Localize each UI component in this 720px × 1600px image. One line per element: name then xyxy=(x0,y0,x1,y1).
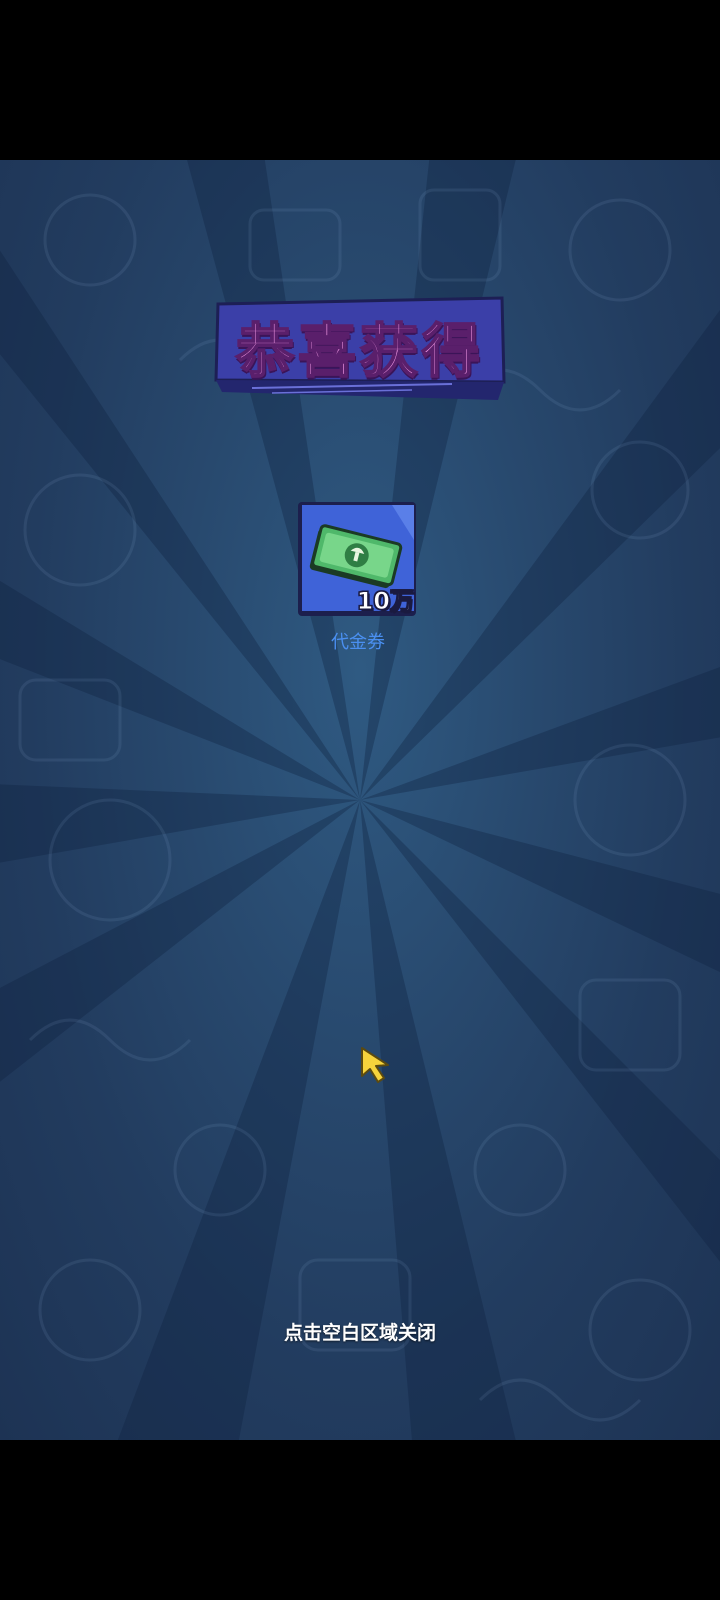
screen: 恭喜获得 10万 代金券 点击空白区域关闭 xyxy=(0,0,720,1600)
reward-item-card[interactable]: 10万 xyxy=(296,500,420,620)
pointer-cursor-icon xyxy=(358,1046,398,1086)
navigation-bar-area xyxy=(0,1440,720,1600)
title-banner: 恭喜获得 xyxy=(212,296,508,406)
close-hint: 点击空白区域关闭 xyxy=(283,1322,436,1344)
reward-amount: 10万 xyxy=(356,587,414,616)
status-bar-area xyxy=(0,0,720,160)
popup-title: 恭喜获得 xyxy=(235,316,484,386)
reward-name: 代金券 xyxy=(331,632,385,653)
